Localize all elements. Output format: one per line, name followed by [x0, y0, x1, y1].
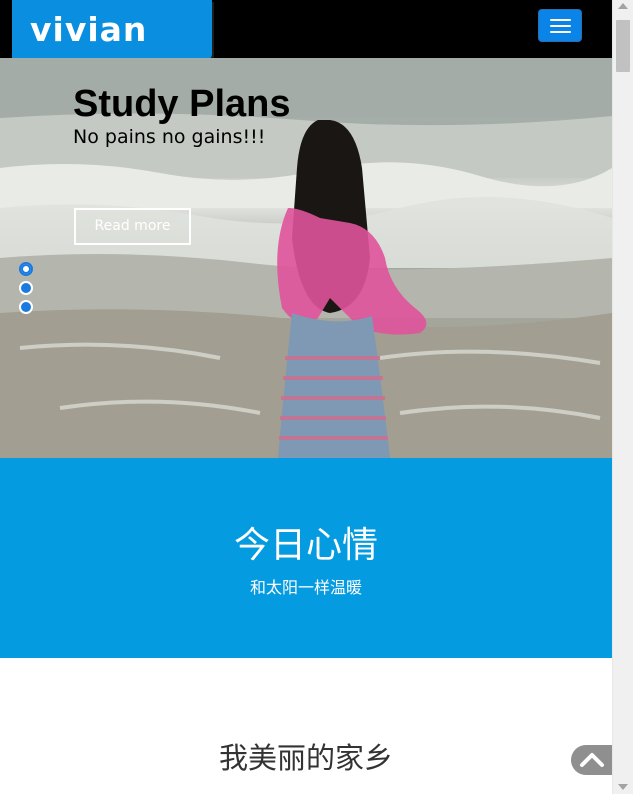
menu-toggle-button[interactable]: [538, 9, 582, 42]
hero-carousel: Study Plans No pains no gains!!! Read mo…: [0, 58, 612, 458]
mood-section: 今日心情 和太阳一样温暖: [0, 458, 612, 658]
hero-subtitle: No pains no gains!!!: [73, 126, 266, 148]
hero-title: Study Plans: [73, 83, 291, 125]
chevron-up-icon: [580, 753, 604, 767]
scroll-thumb[interactable]: [616, 20, 630, 72]
hamburger-icon-bar: [550, 25, 571, 27]
carousel-dot-3[interactable]: [19, 300, 33, 314]
carousel-dot-2[interactable]: [19, 281, 33, 295]
page-viewport: vivian Study Plans No pains no gains!!! …: [0, 0, 612, 794]
carousel-dot-1[interactable]: [19, 262, 33, 276]
read-more-button[interactable]: Read more: [74, 208, 191, 245]
scroll-down-arrow-icon[interactable]: [618, 784, 628, 790]
scroll-up-arrow-icon[interactable]: [618, 3, 628, 9]
navbar: vivian: [0, 0, 612, 60]
logo-text: vivian: [30, 10, 148, 49]
back-to-top-button[interactable]: [571, 745, 612, 775]
hamburger-icon-bar: [550, 31, 571, 33]
logo[interactable]: vivian: [12, 0, 212, 60]
mood-title: 今日心情: [233, 525, 378, 566]
mood-subtitle: 和太阳一样温暖: [249, 578, 362, 597]
hometown-section-title: 我美丽的家乡: [218, 741, 393, 775]
hamburger-icon: [550, 19, 571, 21]
vertical-scrollbar[interactable]: [612, 0, 633, 794]
